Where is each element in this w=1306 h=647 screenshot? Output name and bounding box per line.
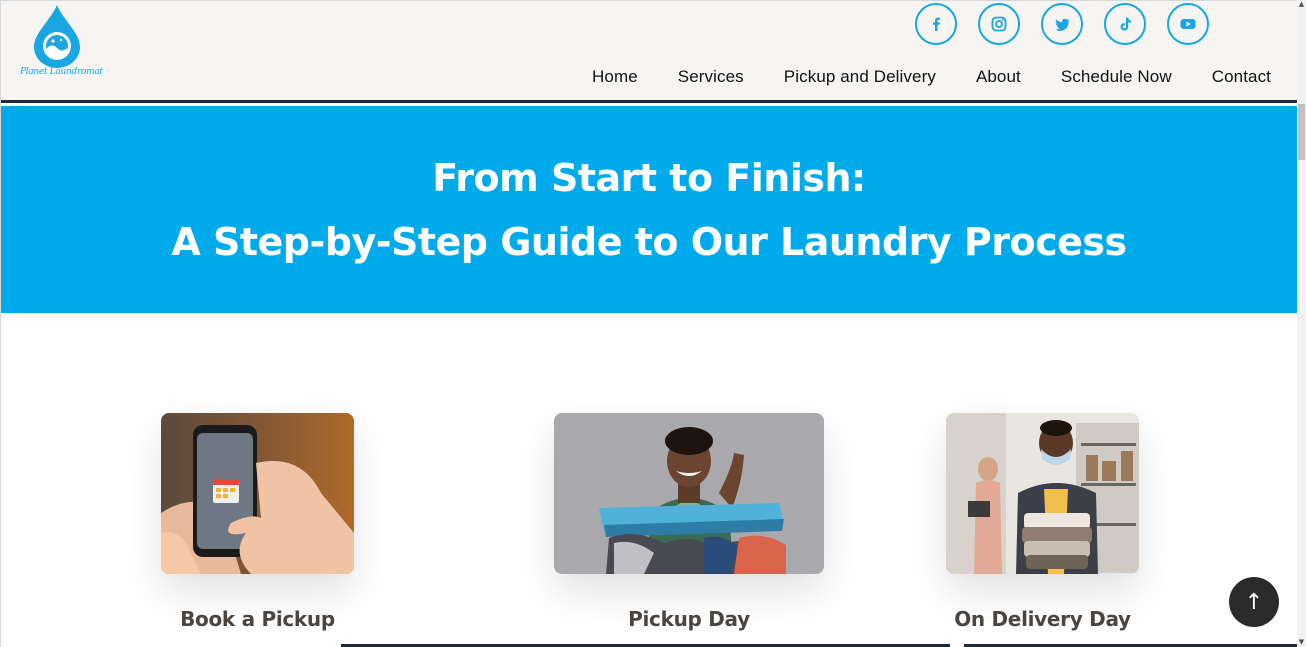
scroll-down-arrow-icon[interactable]: ▼ xyxy=(1297,638,1306,647)
hero-title-line-2: A Step-by-Step Guide to Our Laundry Proc… xyxy=(171,220,1127,264)
step-image-book-pickup xyxy=(161,413,354,574)
nav-contact[interactable]: Contact xyxy=(1212,67,1271,87)
nav-services[interactable]: Services xyxy=(678,67,744,87)
tiktok-icon[interactable] xyxy=(1104,3,1146,45)
twitter-icon[interactable] xyxy=(1041,3,1083,45)
step-title-on-delivery-day: On Delivery Day xyxy=(954,607,1131,631)
nav-home[interactable]: Home xyxy=(592,67,638,87)
nav-schedule-now[interactable]: Schedule Now xyxy=(1061,67,1172,87)
vertical-scrollbar[interactable]: ▲ ▼ xyxy=(1297,0,1306,647)
scroll-up-arrow-icon[interactable]: ▲ xyxy=(1297,0,1306,9)
nav-pickup-and-delivery[interactable]: Pickup and Delivery xyxy=(784,67,936,87)
facebook-icon[interactable] xyxy=(915,3,957,45)
water-drop-logo-icon xyxy=(34,5,80,68)
hero-title-line-1: From Start to Finish: xyxy=(432,156,866,200)
scrollbar-thumb[interactable] xyxy=(1298,104,1305,160)
hero-banner: From Start to Finish: A Step-by-Step Gui… xyxy=(1,106,1297,313)
nav-about[interactable]: About xyxy=(976,67,1021,87)
step-image-on-delivery-day xyxy=(946,413,1139,574)
site-header: Planet Laundromat Home Services Pickup a… xyxy=(1,1,1297,103)
youtube-icon[interactable] xyxy=(1167,3,1209,45)
brand-name: Planet Laundromat xyxy=(20,67,103,77)
brand-logo[interactable]: Planet Laundromat xyxy=(20,3,103,85)
step-image-pickup-day xyxy=(554,413,824,574)
scroll-to-top-button[interactable]: ↑ xyxy=(1229,577,1279,627)
social-links xyxy=(915,3,1209,45)
main-nav: Home Services Pickup and Delivery About … xyxy=(592,67,1271,87)
step-title-book-pickup: Book a Pickup xyxy=(180,607,335,631)
step-title-pickup-day: Pickup Day xyxy=(628,607,750,631)
instagram-icon[interactable] xyxy=(978,3,1020,45)
